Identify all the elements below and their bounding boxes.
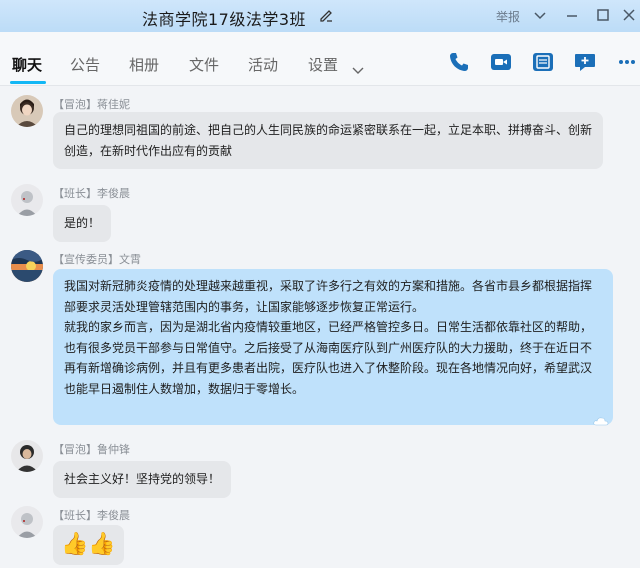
avatar[interactable]: [11, 95, 43, 127]
message-text: 是的！: [64, 216, 101, 230]
minimize-icon[interactable]: [563, 6, 581, 24]
message-bubble: 自己的理想同祖国的前途、把自己的人生同民族的命运紧密联系在一起，立足本职、拼搏奋…: [53, 112, 603, 169]
group-tabbar: 聊天 公告 相册 文件 活动 设置: [0, 32, 640, 86]
window-titlebar: 法商学院17级法学3班 举报: [0, 0, 640, 32]
tab-album[interactable]: 相册: [129, 54, 159, 75]
more-icon[interactable]: [615, 50, 639, 74]
message-paragraph: 我国对新冠肺炎疫情的处理越来越重视，采取了许多行之有效的方案和措施。各省市县乡都…: [64, 279, 593, 314]
tab-announcement[interactable]: 公告: [70, 54, 100, 75]
classroom-icon[interactable]: [531, 50, 555, 74]
message-sender: 【冒泡】蒋佳妮: [53, 98, 130, 111]
message-paragraph: 就我的家乡而言，因为是湖北省内疫情较重地区，已经严格管控多日。日常生活都依靠社区…: [64, 320, 593, 396]
group-title: 法商学院17级法学3班: [142, 10, 307, 29]
close-icon[interactable]: [620, 6, 638, 24]
avatar[interactable]: [11, 440, 43, 472]
maximize-icon[interactable]: [594, 6, 612, 24]
message-bubble: 是的！: [53, 205, 112, 242]
avatar[interactable]: [11, 506, 43, 538]
edit-name-icon[interactable]: [318, 7, 334, 23]
phone-icon[interactable]: [447, 50, 471, 74]
message-sender: 【班长】李俊晨: [53, 509, 130, 522]
tab-files[interactable]: 文件: [189, 54, 219, 75]
message-text: 社会主义好！坚持党的领导！: [64, 472, 221, 486]
screen-share-icon[interactable]: [573, 50, 597, 74]
avatar[interactable]: [11, 184, 43, 216]
message-bubble: 👍👍: [53, 525, 124, 565]
thumbs-up-icon: 👍👍: [61, 532, 116, 557]
avatar[interactable]: [11, 250, 43, 282]
settings-dropdown-icon[interactable]: [352, 60, 364, 74]
report-button[interactable]: 举报: [496, 8, 520, 25]
chat-message-area[interactable]: 【冒泡】蒋佳妮 自己的理想同祖国的前途、把自己的人生同民族的命运紧密联系在一起，…: [0, 87, 640, 568]
tab-chat[interactable]: 聊天: [12, 54, 42, 75]
tab-settings[interactable]: 设置: [308, 54, 338, 75]
tab-activity[interactable]: 活动: [248, 54, 278, 75]
message-sender: 【班长】李俊晨: [53, 187, 130, 200]
message-bubble: 社会主义好！坚持党的领导！: [53, 461, 232, 498]
message-bubble: 我国对新冠肺炎疫情的处理越来越重视，采取了许多行之有效的方案和措施。各省市县乡都…: [53, 269, 613, 426]
chevron-down-icon[interactable]: [531, 6, 549, 24]
message-sender: 【宣传委员】文霄: [53, 253, 141, 266]
cloud-decoration-icon: [593, 412, 609, 426]
message-text: 自己的理想同祖国的前途、把自己的人生同民族的命运紧密联系在一起，立足本职、拼搏奋…: [64, 123, 593, 158]
active-tab-indicator: [10, 81, 46, 84]
video-call-icon[interactable]: [489, 50, 513, 74]
message-sender: 【冒泡】鲁仲锋: [53, 443, 130, 456]
